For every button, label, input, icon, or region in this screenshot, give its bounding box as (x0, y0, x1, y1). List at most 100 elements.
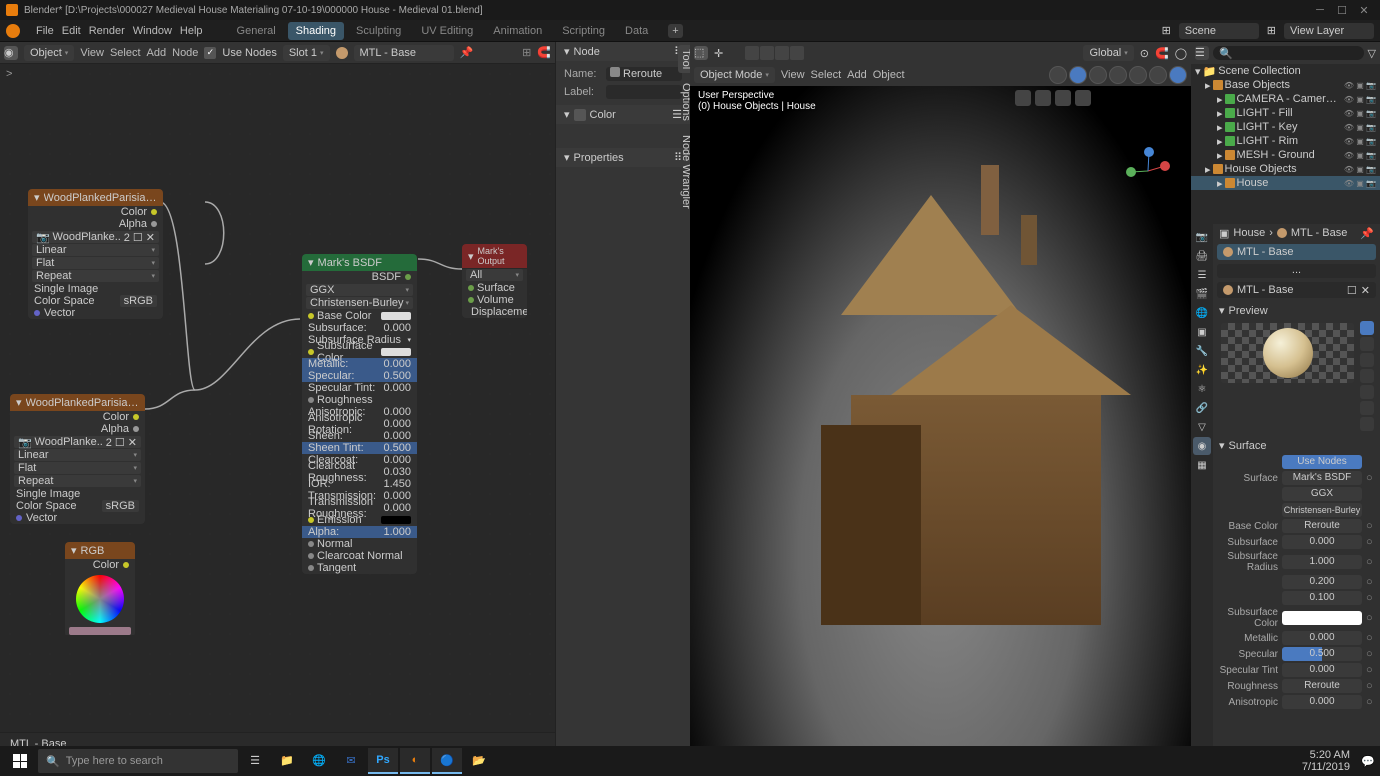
node-header[interactable]: ▾Mark's Output (462, 244, 527, 268)
help-menu[interactable]: Help (176, 23, 207, 39)
tab-scripting[interactable]: Scripting (554, 22, 613, 40)
fake-user-button[interactable]: ☐ (1347, 284, 1357, 297)
color-checkbox[interactable] (574, 109, 586, 121)
prop-specular-tint[interactable]: Specular Tint0.000○ (1217, 662, 1376, 678)
view-menu[interactable]: View (781, 69, 805, 81)
bsdf-clearcoat-normal[interactable]: Clearcoat Normal (302, 550, 417, 562)
camera-nav-icon[interactable] (1015, 90, 1031, 106)
bsdf-emission[interactable]: Emission (302, 514, 417, 526)
outliner-light---rim[interactable]: ▸LIGHT - Rim👁▣📷 (1191, 134, 1380, 148)
close-button[interactable]: ✕ (1354, 3, 1374, 17)
node-header[interactable]: ▾WoodPlankedParisianOak001_COL_6K (28, 189, 163, 206)
taskbar-search[interactable]: 🔍Type here to search (38, 749, 238, 773)
node-header[interactable]: ▾RGB (65, 542, 135, 559)
outliner-house-objects[interactable]: ▸House Objects👁▣📷 (1191, 162, 1380, 176)
bsdf-metallic-[interactable]: Metallic:0.000 (302, 358, 417, 370)
prop-subsurface-color[interactable]: Subsurface Color○ (1217, 606, 1376, 630)
particle-tab[interactable]: ✨ (1193, 361, 1211, 379)
image-select[interactable]: 📷WoodPlanke..2 ☐ ✕ (32, 231, 159, 243)
viewport-render[interactable]: User Perspective (0) House Objects | Hou… (690, 86, 1191, 754)
interp-select[interactable]: Linear▾ (14, 449, 141, 461)
snap-icon[interactable]: 🧲 (1155, 47, 1169, 60)
system-clock[interactable]: 5:20 AM7/11/2019 (1294, 749, 1358, 773)
outliner-base-objects[interactable]: ▸Base Objects👁▣📷 (1191, 78, 1380, 92)
editor-type-icon[interactable]: ◉ (4, 46, 18, 60)
bsdf-subsurface-color[interactable]: Subsurface Color (302, 346, 417, 358)
pin-icon[interactable]: 📌 (460, 46, 474, 59)
tab-uv-editing[interactable]: UV Editing (413, 22, 481, 40)
node-canvas[interactable]: > ▾WoodPlankedParisianOak001_COL_6K Colo… (0, 64, 555, 732)
constraint-tab[interactable]: 🔗 (1193, 399, 1211, 417)
interp-select[interactable]: Linear▾ (32, 244, 159, 256)
outliner-light---fill[interactable]: ▸LIGHT - Fill👁▣📷 (1191, 106, 1380, 120)
rgb-node[interactable]: ▾RGB Color (65, 542, 135, 637)
edit-menu[interactable]: Edit (58, 23, 85, 39)
bsdf-specular-[interactable]: Specular:0.500 (302, 370, 417, 382)
world-tab[interactable]: 🌐 (1193, 304, 1211, 322)
distribution-select[interactable]: GGX (1282, 487, 1362, 501)
edge-icon[interactable]: 🌐 (304, 748, 334, 774)
bsdf-sheen-tint-[interactable]: Sheen Tint:0.500 (302, 442, 417, 454)
prop-anisotropic[interactable]: Anisotropic0.000○ (1217, 694, 1376, 710)
principled-bsdf-node[interactable]: ▾Mark's BSDF BSDF GGX▾ Christensen-Burle… (302, 254, 417, 574)
node-header[interactable]: ▾WoodPlankedParisianOak001_COL_6K (10, 394, 145, 411)
prop-subsurface[interactable]: Subsurface0.000○ (1217, 534, 1376, 550)
file-menu[interactable]: File (32, 23, 58, 39)
layer-tab[interactable]: ☰ (1193, 266, 1211, 284)
prop-sub[interactable]: 0.100○ (1217, 590, 1376, 606)
node-header[interactable]: ▾Mark's BSDF (302, 254, 417, 271)
physics-tab[interactable]: ⚛ (1193, 380, 1211, 398)
prop-specular[interactable]: Specular0.500○ (1217, 646, 1376, 662)
bsdf-clearcoat-roughness-[interactable]: Clearcoat Roughness:0.030 (302, 466, 417, 478)
bsdf-normal[interactable]: Normal (302, 538, 417, 550)
tab-data[interactable]: Data (617, 22, 656, 40)
wireframe-shading[interactable] (1109, 66, 1127, 84)
material-output-node[interactable]: ▾Mark's Output All▾ Surface Volume Displ… (462, 244, 527, 318)
folder-icon[interactable]: 📂 (464, 748, 494, 774)
scene-field[interactable]: Scene (1179, 23, 1259, 39)
xray-toggle[interactable] (1089, 66, 1107, 84)
pivot-icon[interactable]: ⊙ (1140, 47, 1149, 60)
proj-select[interactable]: Flat▾ (14, 462, 141, 474)
bsdf-roughness[interactable]: Roughness (302, 394, 417, 406)
slot-selector[interactable]: Slot 1▾ (283, 45, 330, 61)
bsdf-transmission-roughness-[interactable]: Transmission Roughness:0.000 (302, 502, 417, 514)
preview-flat[interactable] (1360, 321, 1374, 335)
tab-sculpting[interactable]: Sculpting (348, 22, 409, 40)
texture-tab[interactable]: ▦ (1193, 456, 1211, 474)
blender-icon[interactable]: ◐ (400, 748, 430, 774)
rendered-shading[interactable] (1169, 66, 1187, 84)
preview-cloth[interactable] (1360, 401, 1374, 415)
color-section[interactable]: ▾Color☰ (556, 105, 690, 124)
use-nodes-checkbox[interactable] (204, 47, 216, 59)
snap-group[interactable] (745, 46, 804, 60)
proj-select[interactable]: Flat▾ (32, 257, 159, 269)
window-menu[interactable]: Window (129, 23, 176, 39)
scene-collection-row[interactable]: ▾📁Scene Collection (1191, 64, 1380, 78)
bsdf-tangent[interactable]: Tangent (302, 562, 417, 574)
surface-shader[interactable]: Mark's BSDF (1282, 471, 1362, 485)
photoshop-icon[interactable]: Ps (368, 748, 398, 774)
nav-gizmo[interactable] (1123, 146, 1173, 196)
prop-sub[interactable]: 0.200○ (1217, 574, 1376, 590)
object-mode-selector[interactable]: Object ▾ (24, 45, 74, 61)
output-tab[interactable]: 🖨 (1193, 247, 1211, 265)
prop-subsurface-radius[interactable]: Subsurface Radius1.000○ (1217, 550, 1376, 574)
color-wheel[interactable] (76, 575, 124, 623)
persp-nav-icon[interactable] (1075, 90, 1091, 106)
material-tab[interactable]: ◉ (1193, 437, 1211, 455)
color-preset[interactable] (564, 128, 654, 144)
bsdf-ior-[interactable]: IOR:1.450 (302, 478, 417, 490)
data-tab[interactable]: ▽ (1193, 418, 1211, 436)
slot-selector[interactable]: ... (1217, 264, 1376, 278)
overlay-toggle[interactable] (1069, 66, 1087, 84)
object-tab[interactable]: ▣ (1193, 323, 1211, 341)
outlook-icon[interactable]: ✉ (336, 748, 366, 774)
tab-animation[interactable]: Animation (485, 22, 550, 40)
tab-shading[interactable]: Shading (288, 22, 344, 40)
pin-icon[interactable]: 📌 (1360, 227, 1374, 240)
editor-type-icon[interactable]: ⬚ (694, 46, 708, 60)
node-menu[interactable]: Node (172, 47, 198, 59)
solid-shading[interactable] (1129, 66, 1147, 84)
prop-metallic[interactable]: Metallic0.000○ (1217, 630, 1376, 646)
